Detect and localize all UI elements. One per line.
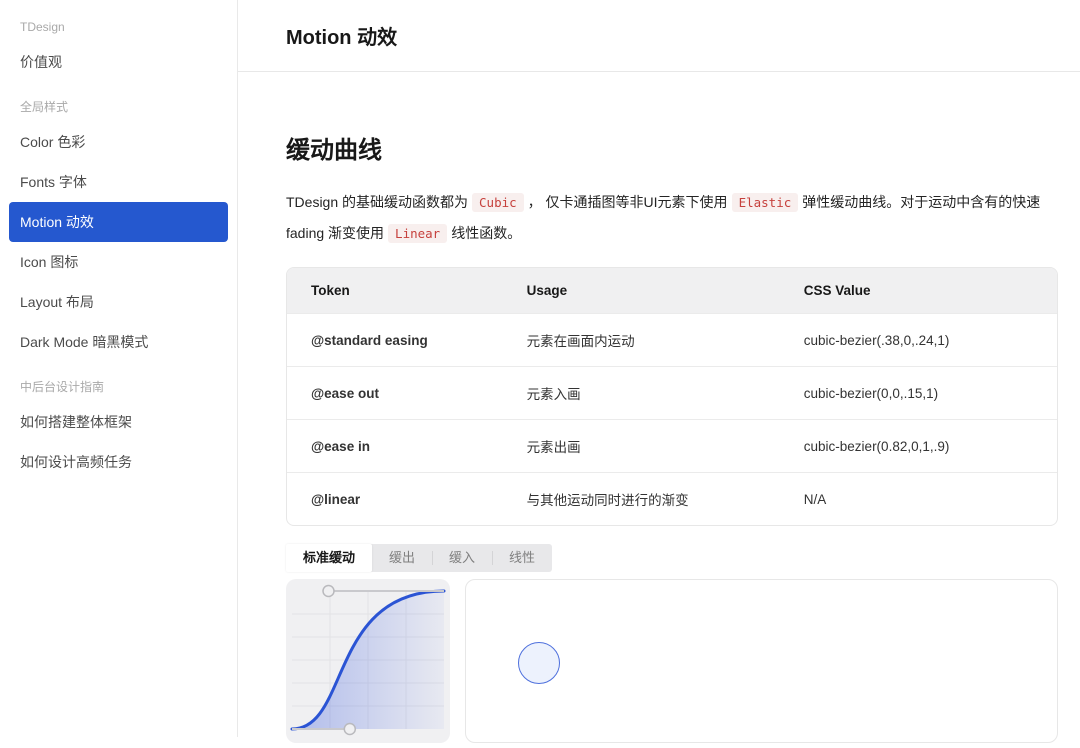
css-value-cell: cubic-bezier(.38,0,.24,1) xyxy=(780,313,1057,366)
token-cell[interactable]: @linear xyxy=(287,472,503,525)
column-header: CSS Value xyxy=(780,268,1057,313)
table-row: @ease in元素出画cubic-bezier(0.82,0,1,.9) xyxy=(287,419,1057,472)
sidebar-item[interactable]: Color 色彩 xyxy=(9,122,228,162)
app-window: TDesign价值观全局样式Color 色彩Fonts 字体Motion 动效I… xyxy=(0,0,1080,737)
sidebar-item[interactable]: Icon 图标 xyxy=(9,242,228,282)
column-header: Token xyxy=(287,268,503,313)
control-handle-p2[interactable] xyxy=(323,586,334,597)
bezier-curve-canvas xyxy=(286,579,450,743)
sidebar-group: 全局样式Color 色彩Fonts 字体Motion 动效Icon 图标Layo… xyxy=(0,92,237,362)
table-row: @linear与其他运动同时进行的渐变N/A xyxy=(287,472,1057,525)
table-row: @standard easing元素在画面内运动cubic-bezier(.38… xyxy=(287,313,1057,366)
intro-text: ， 仅卡通插图等非UI元素下使用 xyxy=(528,194,728,210)
control-handle-p1[interactable] xyxy=(344,724,355,735)
intro-paragraph: TDesign 的基础缓动函数都为Cubic， 仅卡通插图等非UI元素下使用El… xyxy=(286,187,1058,249)
inline-code: Elastic xyxy=(732,193,799,212)
sidebar-item[interactable]: Dark Mode 暗黑模式 xyxy=(9,322,228,362)
usage-cell: 元素在画面内运动 xyxy=(503,313,780,366)
token-cell[interactable]: @standard easing xyxy=(287,313,503,366)
column-header: Usage xyxy=(503,268,780,313)
sidebar-item-active[interactable]: Motion 动效 xyxy=(9,202,228,242)
sidebar-item[interactable]: Fonts 字体 xyxy=(9,162,228,202)
page-title: Motion 动效 xyxy=(286,21,397,50)
section-title: 缓动曲线 xyxy=(286,130,1058,165)
table-row: @ease out元素入画cubic-bezier(0,0,.15,1) xyxy=(287,366,1057,419)
sidebar-group: TDesign价值观 xyxy=(0,12,237,82)
sidebar-group-header: 全局样式 xyxy=(0,92,237,122)
sidebar-item[interactable]: 如何设计高频任务 xyxy=(9,442,228,482)
table-header: TokenUsageCSS Value xyxy=(287,268,1057,313)
inline-code: Linear xyxy=(388,224,447,243)
page-header: Motion 动效 xyxy=(238,0,1080,72)
token-cell[interactable]: @ease out xyxy=(287,366,503,419)
animation-preview xyxy=(465,579,1058,743)
easing-token-table: TokenUsageCSS Value @standard easing元素在画… xyxy=(286,267,1058,526)
sidebar-item[interactable]: 价值观 xyxy=(9,42,228,82)
sidebar-group: 中后台设计指南如何搭建整体框架如何设计高频任务 xyxy=(0,372,237,482)
easing-tabs: 标准缓动缓出缓入线性 xyxy=(286,544,552,572)
tab-inactive[interactable]: 缓出 xyxy=(372,544,432,572)
animated-ball xyxy=(518,642,560,684)
intro-text: 线性函数。 xyxy=(451,225,521,241)
content-area: 缓动曲线 TDesign 的基础缓动函数都为Cubic， 仅卡通插图等非UI元素… xyxy=(238,130,1080,743)
tab-inactive[interactable]: 线性 xyxy=(492,544,552,572)
usage-cell: 与其他运动同时进行的渐变 xyxy=(503,472,780,525)
sidebar-group-header: 中后台设计指南 xyxy=(0,372,237,402)
bezier-curve-editor[interactable] xyxy=(286,579,450,743)
main-area: Motion 动效 缓动曲线 TDesign 的基础缓动函数都为Cubic， 仅… xyxy=(238,0,1080,737)
inline-code: Cubic xyxy=(472,193,524,212)
tab-active[interactable]: 标准缓动 xyxy=(286,544,372,572)
sidebar-item[interactable]: Layout 布局 xyxy=(9,282,228,322)
usage-cell: 元素入画 xyxy=(503,366,780,419)
sidebar-item[interactable]: 如何搭建整体框架 xyxy=(9,402,228,442)
css-value-cell: cubic-bezier(0,0,.15,1) xyxy=(780,366,1057,419)
easing-demo xyxy=(286,579,1058,743)
sidebar-nav: TDesign价值观全局样式Color 色彩Fonts 字体Motion 动效I… xyxy=(0,0,238,737)
css-value-cell: cubic-bezier(0.82,0,1,.9) xyxy=(780,419,1057,472)
tab-inactive[interactable]: 缓入 xyxy=(432,544,492,572)
css-value-cell: N/A xyxy=(780,472,1057,525)
token-cell[interactable]: @ease in xyxy=(287,419,503,472)
sidebar-group-header: TDesign xyxy=(0,12,237,42)
intro-text: TDesign 的基础缓动函数都为 xyxy=(286,194,468,210)
usage-cell: 元素出画 xyxy=(503,419,780,472)
